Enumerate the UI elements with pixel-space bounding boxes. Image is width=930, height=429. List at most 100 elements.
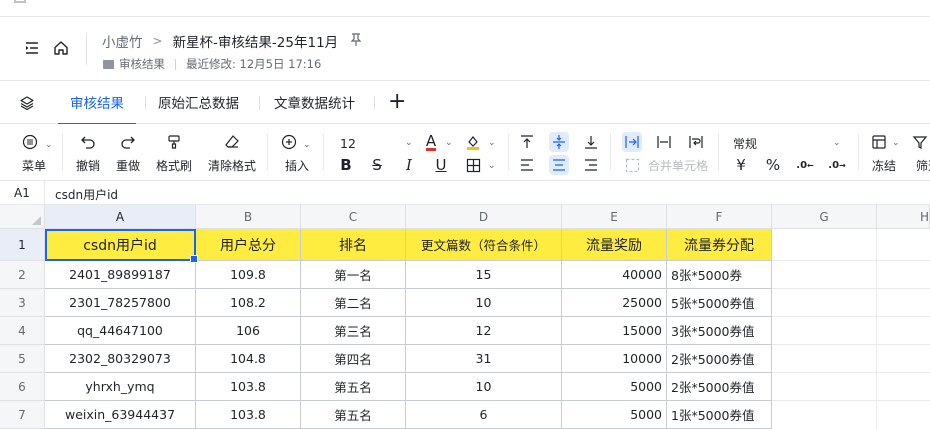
align-middle-icon[interactable] (549, 132, 569, 152)
table-cell[interactable]: 10000 (562, 345, 667, 373)
table-cell[interactable]: 108.2 (196, 289, 301, 317)
table-cell[interactable]: 第一名 (301, 261, 406, 289)
table-cell[interactable]: 40000 (562, 261, 667, 289)
table-cell[interactable]: 15000 (562, 317, 667, 345)
fill-color-icon[interactable] (463, 132, 483, 152)
add-sheet-button[interactable]: + (388, 91, 406, 113)
table-cell[interactable]: yhrxh_ymq (45, 373, 196, 401)
percent-format-button[interactable]: % (763, 155, 783, 175)
table-cell[interactable]: 103.8 (196, 401, 301, 429)
chevron-down-icon[interactable]: ⌄ (889, 134, 900, 148)
column-header-e[interactable]: E (562, 205, 667, 229)
strikethrough-icon[interactable]: S (367, 155, 387, 175)
formula-input[interactable]: csdn用户id (55, 186, 118, 203)
row-header-1[interactable]: 1 (0, 229, 45, 261)
redo-button[interactable]: 重做 (116, 157, 140, 174)
clear-format-button[interactable]: 清除格式 (208, 157, 256, 174)
table-cell[interactable]: 第四名 (301, 345, 406, 373)
align-right-icon[interactable] (581, 155, 601, 175)
row-header-3[interactable]: 3 (0, 289, 45, 317)
font-size-select[interactable]: 12 (340, 136, 356, 151)
document-title[interactable]: 新星杯-审核结果-25年11月 (173, 31, 339, 51)
header-cell[interactable]: 流量券分配 (667, 229, 772, 261)
insert-plus-icon[interactable] (279, 132, 299, 152)
header-cell[interactable]: csdn用户id (45, 229, 196, 261)
breadcrumb-parent[interactable]: 小虚竹 (102, 31, 143, 51)
text-clip-icon[interactable] (654, 132, 674, 152)
table-cell[interactable]: 2302_80329073 (45, 345, 196, 373)
table-cell[interactable]: 1张*5000券值 (667, 401, 772, 429)
table-cell[interactable]: 106 (196, 317, 301, 345)
chevron-down-icon[interactable]: ⌄ (303, 140, 311, 150)
currency-format-button[interactable]: ¥ (731, 155, 751, 175)
merge-cells-icon[interactable] (622, 155, 642, 175)
header-cell[interactable]: 排名 (301, 229, 406, 261)
row-header-2[interactable]: 2 (0, 261, 45, 289)
select-all-corner[interactable] (0, 205, 45, 229)
table-cell[interactable]: 第二名 (301, 289, 406, 317)
table-cell[interactable]: 2301_78257800 (45, 289, 196, 317)
table-cell[interactable]: 6 (406, 401, 562, 429)
table-cell[interactable]: 104.8 (196, 345, 301, 373)
undo-button[interactable]: 撤销 (76, 157, 100, 174)
column-header-h[interactable]: H (877, 205, 930, 229)
row-header-5[interactable]: 5 (0, 345, 45, 373)
column-header-g[interactable]: G (772, 205, 877, 229)
chevron-down-icon[interactable]: ⌄ (485, 134, 496, 148)
format-painter-icon[interactable] (164, 132, 184, 152)
table-cell[interactable]: 5000 (562, 373, 667, 401)
table-cell[interactable]: 5000 (562, 401, 667, 429)
chevron-down-icon[interactable]: ⌄ (442, 134, 453, 148)
tab-raw-summary[interactable]: 原始汇总数据 (146, 82, 251, 124)
table-cell[interactable]: weixin_63944437 (45, 401, 196, 429)
table-cell[interactable]: 8张*5000券 (667, 261, 772, 289)
chevron-down-icon[interactable]: ⌄ (402, 134, 413, 148)
italic-icon[interactable]: I (399, 155, 419, 175)
table-cell[interactable]: 10 (406, 289, 562, 317)
text-overflow-icon[interactable] (622, 132, 642, 152)
table-cell[interactable]: qq_44647100 (45, 317, 196, 345)
insert-button[interactable]: 插入 (285, 157, 309, 174)
text-wrap-icon[interactable] (686, 132, 706, 152)
column-header-f[interactable]: F (667, 205, 772, 229)
eraser-icon[interactable] (222, 132, 242, 152)
table-cell[interactable]: 第五名 (301, 373, 406, 401)
row-header-7[interactable]: 7 (0, 401, 45, 429)
table-cell[interactable]: 109.8 (196, 261, 301, 289)
undo-icon[interactable] (78, 132, 98, 152)
chevron-down-icon[interactable]: ⌄ (830, 134, 841, 148)
format-painter-button[interactable]: 格式刷 (156, 157, 192, 174)
chevron-down-icon[interactable]: ⌄ (485, 157, 496, 171)
bold-icon[interactable]: B (336, 155, 356, 175)
header-cell[interactable]: 流量奖励 (562, 229, 667, 261)
freeze-button[interactable]: 冻结 (872, 157, 896, 174)
tab-article-stats[interactable]: 文章数据统计 (262, 82, 367, 124)
align-left-icon[interactable] (517, 155, 537, 175)
number-format-select[interactable]: 常规 (733, 135, 757, 152)
cell-reference[interactable]: A1 (14, 186, 30, 200)
sheet-list-icon[interactable] (19, 95, 35, 111)
filter-icon[interactable] (910, 132, 930, 152)
tab-audit-result[interactable]: 审核结果 (58, 82, 136, 125)
table-cell[interactable]: 103.8 (196, 373, 301, 401)
table-cell[interactable]: 15 (406, 261, 562, 289)
align-top-icon[interactable] (517, 132, 537, 152)
decimal-decrease-icon[interactable]: .0 → (827, 155, 847, 175)
table-cell[interactable]: 12 (406, 317, 562, 345)
table-cell[interactable]: 2张*5000券值 (667, 373, 772, 401)
decimal-increase-icon[interactable]: .0 ← (795, 155, 815, 175)
folder-name[interactable]: 审核结果 (119, 56, 165, 72)
table-cell[interactable]: 2张*5000券值 (667, 345, 772, 373)
underline-icon[interactable]: U (431, 155, 451, 175)
table-cell[interactable]: 10 (406, 373, 562, 401)
align-bottom-icon[interactable] (581, 132, 601, 152)
table-cell[interactable]: 5张*5000券值 (667, 289, 772, 317)
menu-icon[interactable] (20, 132, 40, 152)
column-header-b[interactable]: B (196, 205, 301, 229)
row-header-4[interactable]: 4 (0, 317, 45, 345)
table-cell[interactable]: 25000 (562, 289, 667, 317)
align-center-icon[interactable] (549, 155, 569, 175)
chevron-down-icon[interactable]: ⌄ (45, 140, 53, 150)
row-header-6[interactable]: 6 (0, 373, 45, 401)
table-cell[interactable]: 2401_89899187 (45, 261, 196, 289)
